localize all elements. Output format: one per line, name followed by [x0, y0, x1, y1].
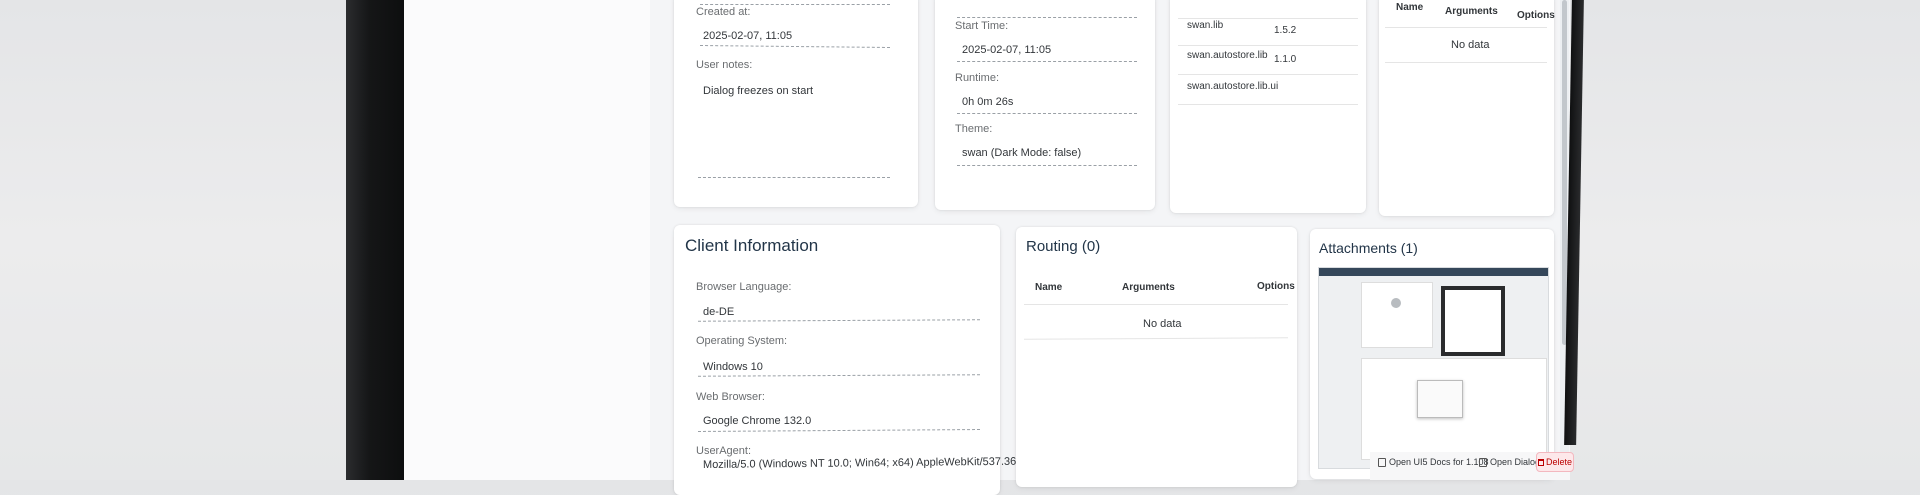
monitor-bezel-left [346, 0, 404, 480]
web-browser-value: Google Chrome 132.0 [703, 415, 812, 427]
attachment-thumbnail[interactable] [1318, 267, 1549, 469]
no-data-text: No data [1143, 318, 1182, 330]
table-divider [1178, 104, 1358, 105]
divider [697, 374, 981, 377]
browser-language-label: Browser Language: [696, 281, 792, 293]
thumb-dialog [1417, 380, 1463, 418]
library-version: 1.5.2 [1274, 25, 1297, 36]
divider [957, 165, 1137, 166]
column-header-arguments: Arguments [1445, 6, 1498, 17]
table-divider [1178, 18, 1358, 19]
divider [700, 4, 890, 5]
divider [957, 61, 1137, 62]
column-header-arguments: Arguments [1122, 282, 1175, 293]
divider [698, 177, 890, 178]
start-time-value: 2025-02-07, 11:05 [962, 44, 1052, 56]
library-name: swan.autostore.lib [1187, 50, 1268, 61]
column-header-options: Options [1517, 10, 1555, 21]
operating-system-value: Windows 10 [703, 361, 763, 373]
created-at-label: Created at: [696, 6, 751, 18]
routing-table-card-top: Name Arguments Options No data [1379, 0, 1555, 216]
divider [700, 45, 890, 48]
thumb-topbar [1319, 268, 1548, 276]
sidebar [404, 0, 650, 480]
client-information-title: Client Information [685, 236, 819, 255]
created-at-value: 2025-02-07, 11:05 [703, 30, 793, 42]
delete-button[interactable]: Delete [1536, 452, 1574, 472]
trash-icon [1537, 458, 1544, 466]
session-info-card: Start Time: 2025-02-07, 11:05 Runtime: 0… [935, 0, 1155, 210]
theme-value: swan (Dark Mode: false) [962, 147, 1082, 159]
user-notes-value: Dialog freezes on start [703, 85, 814, 97]
routing-title: Routing (0) [1026, 238, 1101, 255]
column-header-options: Options [1257, 281, 1295, 292]
user-notes-label: User notes: [696, 59, 753, 71]
library-name: swan.lib [1187, 20, 1224, 31]
runtime-value: 0h 0m 26s [962, 96, 1014, 108]
delete-label: Delete [1545, 457, 1572, 467]
open-docs-label: Open UI5 Docs for 1.108 [1389, 457, 1489, 467]
thumb-panel [1361, 282, 1433, 348]
table-divider [1023, 337, 1289, 340]
operating-system-label: Operating System: [696, 335, 788, 347]
open-docs-button[interactable]: Open UI5 Docs for 1.108 [1378, 457, 1489, 467]
libraries-card: swan.lib 1.5.2 swan.autostore.lib 1.1.0 … [1170, 0, 1366, 213]
table-divider [1024, 304, 1288, 305]
web-browser-label: Web Browser: [696, 391, 765, 403]
start-time-label: Start Time: [955, 20, 1009, 32]
theme-label: Theme: [955, 123, 993, 135]
document-icon [1378, 457, 1386, 467]
client-information-card: Client Information Browser Language: de-… [674, 225, 1016, 495]
library-version: 1.1.0 [1274, 54, 1297, 65]
table-divider [1178, 45, 1358, 46]
divider [697, 429, 981, 432]
attachments-title: Attachments (1) [1319, 240, 1418, 256]
useragent-label: UserAgent: [696, 445, 752, 457]
column-header-name: Name [1035, 282, 1063, 293]
thumb-avatar [1391, 298, 1401, 308]
table-divider [1385, 27, 1547, 28]
divider [957, 17, 1137, 18]
table-divider [1385, 62, 1547, 63]
no-data-text: No data [1451, 39, 1490, 51]
browser-language-value: de-DE [703, 306, 735, 318]
divider [957, 113, 1137, 114]
library-name: swan.autostore.lib.ui [1187, 81, 1279, 92]
useragent-value: Mozilla/5.0 (Windows NT 10.0; Win64; x64… [702, 455, 1017, 471]
general-info-card: Created at: 2025-02-07, 11:05 User notes… [674, 0, 918, 207]
open-dialog-button[interactable]: Open Dialog [1479, 457, 1540, 467]
open-dialog-label: Open Dialog [1490, 457, 1541, 467]
table-divider [1178, 74, 1358, 75]
routing-card: Routing (0) Name Arguments Options No da… [1016, 227, 1297, 487]
divider [697, 319, 981, 322]
column-header-name: Name [1396, 2, 1424, 13]
runtime-label: Runtime: [955, 72, 1000, 84]
dialog-icon [1479, 457, 1487, 467]
thumb-screen-preview [1441, 286, 1505, 356]
